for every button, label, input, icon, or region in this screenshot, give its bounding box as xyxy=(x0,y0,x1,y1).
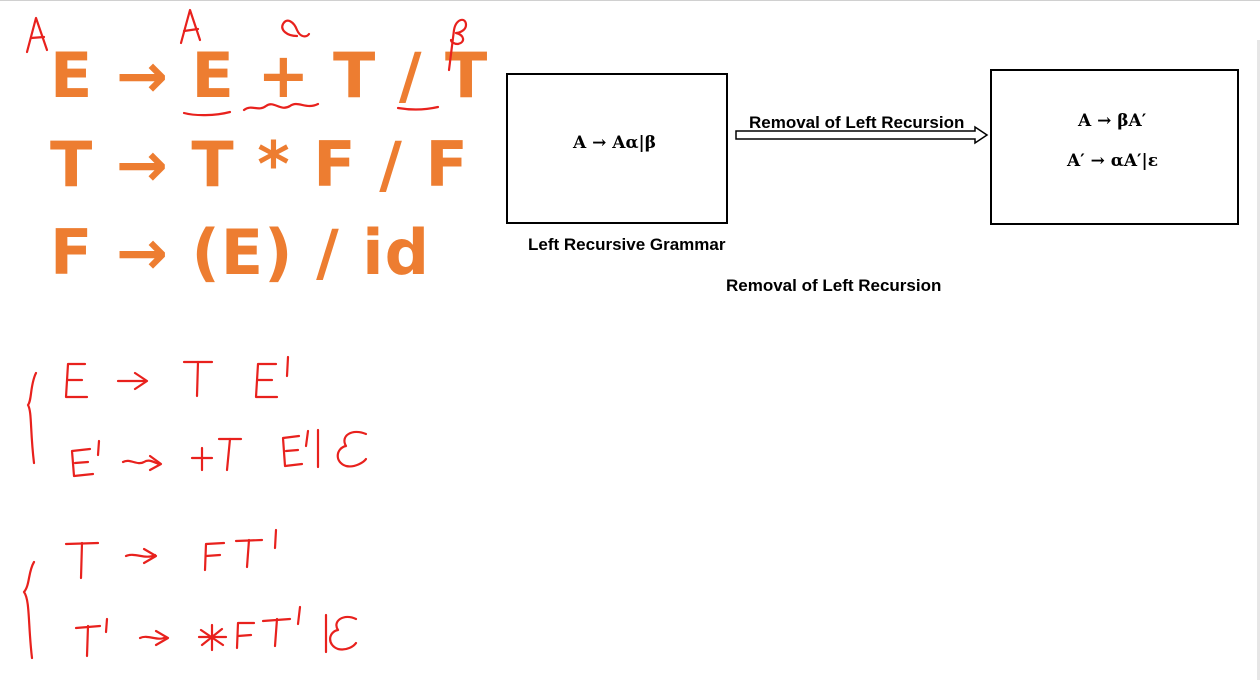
handwritten-annotations xyxy=(22,8,468,660)
handwritten-rule-e-prime xyxy=(70,428,368,478)
squiggle-underline-mark xyxy=(242,102,320,112)
handwritten-label-a xyxy=(179,8,202,45)
handwritten-rule-e xyxy=(64,355,290,399)
curly-brace-mark xyxy=(26,371,38,465)
curly-brace-mark xyxy=(22,560,36,660)
underline-mark xyxy=(182,110,232,117)
underline-mark xyxy=(396,105,440,111)
handwritten-label-alpha xyxy=(281,19,311,38)
handwritten-label-a xyxy=(25,16,49,54)
handwritten-label-beta xyxy=(447,18,468,72)
handwritten-rule-t-prime xyxy=(74,605,358,658)
handwritten-rule-t xyxy=(64,528,278,580)
